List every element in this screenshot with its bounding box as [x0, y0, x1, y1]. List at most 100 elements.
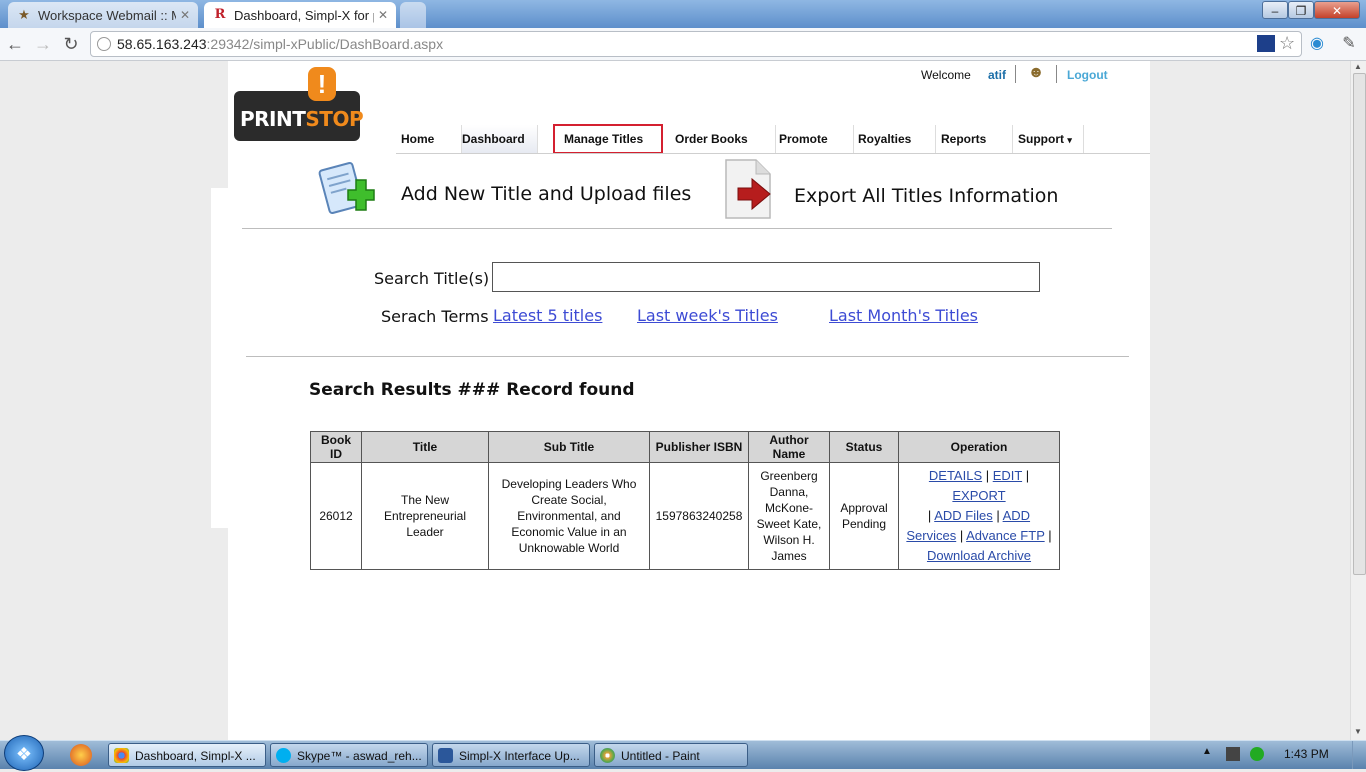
chrome-icon [114, 748, 129, 763]
webmail-icon: ★ [18, 7, 30, 22]
cell-status: Approval Pending [829, 462, 899, 570]
wrench-icon[interactable]: ✎ [1338, 33, 1360, 55]
cell-book-id: 26012 [310, 462, 362, 570]
logo-mark: ! [308, 67, 336, 101]
last-week-titles-link[interactable]: Last week's Titles [637, 306, 778, 325]
menu-support-label: Support [1018, 132, 1064, 146]
clock[interactable]: 1:43 PM [1284, 747, 1329, 761]
main-menu: Home Dashboard Manage Titles Order Books… [396, 124, 1084, 154]
menu-divider [396, 153, 1150, 154]
cell-title: The New Entrepreneurial Leader [361, 462, 489, 570]
download-archive-link[interactable]: Download Archive [927, 548, 1031, 563]
menu-home[interactable]: Home [396, 125, 462, 153]
scroll-down-icon[interactable]: ▼ [1354, 727, 1362, 736]
menu-order-books[interactable]: Order Books [670, 125, 776, 153]
page-viewport: ! PRINTSTOP Welcome atif ☻ Logout Home D… [0, 61, 1350, 740]
page-content: ! PRINTSTOP Welcome atif ☻ Logout Home D… [228, 61, 1150, 740]
details-link[interactable]: DETAILS [929, 468, 982, 483]
logo-text-print: PRINT [240, 107, 306, 131]
task-skype[interactable]: Skype™ - aswad_reh... [270, 743, 428, 767]
task-label: Untitled - Paint [621, 749, 700, 763]
forward-icon[interactable]: → [32, 33, 54, 55]
simplx-icon: R [214, 7, 226, 22]
cell-subtitle: Developing Leaders Who Create Social, En… [488, 462, 650, 570]
column-header: Title [361, 431, 489, 463]
tab-title: Workspace Webmail :: Mail [38, 7, 176, 23]
export-link[interactable]: EXPORT [952, 488, 1005, 503]
menu-support[interactable]: Support ▾ [1013, 125, 1084, 153]
advance-ftp-link[interactable]: Advance FTP [966, 528, 1045, 543]
search-input[interactable] [492, 262, 1040, 292]
minimize-button[interactable]: – [1262, 1, 1288, 19]
menu-dashboard[interactable]: Dashboard [462, 125, 538, 153]
column-header: Book ID [310, 431, 362, 463]
divider [246, 356, 1129, 357]
divider [242, 228, 1112, 229]
last-month-titles-link[interactable]: Last Month's Titles [829, 306, 978, 325]
bookmark-star-icon[interactable]: ☆ [1279, 33, 1295, 54]
tray-app-icon[interactable] [1250, 747, 1264, 761]
cell-isbn: 1597863240258 [649, 462, 749, 570]
tab-webmail[interactable]: ★ Workspace Webmail :: Mail ✕ [8, 2, 198, 28]
vertical-scrollbar[interactable]: ▲ ▼ [1350, 61, 1366, 740]
cell-author: Greenberg Danna, McKone-Sweet Kate, Wils… [748, 462, 830, 570]
close-icon[interactable]: ✕ [378, 8, 388, 22]
address-bar[interactable]: 58.65.163.243:29342/simpl-xPublic/DashBo… [90, 31, 1302, 57]
scroll-thumb[interactable] [1353, 73, 1366, 575]
close-icon[interactable]: ✕ [180, 8, 190, 22]
add-new-title-link[interactable]: Add New Title and Upload files [401, 183, 691, 205]
menu-reports[interactable]: Reports [936, 125, 1013, 153]
table-row: 26012 The New Entrepreneurial Leader Dev… [310, 462, 1060, 570]
task-chrome[interactable]: Dashboard, Simpl-X ... [108, 743, 266, 767]
start-button[interactable]: ❖ [4, 735, 44, 771]
tray-expand-icon[interactable]: ▲ [1202, 746, 1212, 757]
page-info-icon[interactable] [97, 37, 111, 51]
tab-title: Dashboard, Simpl-X for pub [234, 7, 374, 23]
divider [1056, 65, 1057, 83]
task-label: Simpl-X Interface Up... [459, 749, 580, 763]
export-document-icon[interactable] [724, 158, 774, 220]
show-desktop-button[interactable] [1352, 741, 1366, 769]
add-files-link[interactable]: ADD Files [934, 508, 993, 523]
skype-icon [276, 748, 291, 763]
menu-royalties[interactable]: Royalties [853, 125, 936, 153]
export-all-titles-link[interactable]: Export All Titles Information [794, 185, 1058, 207]
printstop-logo[interactable]: ! PRINTSTOP [234, 67, 364, 141]
logo-text-stop: STOP [305, 107, 364, 131]
latest-5-titles-link[interactable]: Latest 5 titles [493, 306, 602, 325]
add-document-icon[interactable] [316, 158, 376, 218]
search-terms-label: Serach Terms [381, 307, 489, 326]
back-icon[interactable]: ← [4, 33, 26, 55]
translate-flag-icon[interactable] [1257, 35, 1275, 52]
logout-link[interactable]: Logout [1067, 68, 1108, 82]
edit-link[interactable]: EDIT [993, 468, 1022, 483]
windows-taskbar: ❖ Dashboard, Simpl-X ... Skype™ - aswad_… [0, 735, 1366, 771]
task-label: Skype™ - aswad_reh... [297, 749, 422, 763]
cell-operations: DETAILS | EDIT | EXPORT | ADD Files | AD… [898, 462, 1060, 570]
column-header: Sub Title [488, 431, 650, 463]
paint-icon [600, 748, 615, 763]
reload-icon[interactable]: ↻ [60, 33, 82, 55]
scroll-up-icon[interactable]: ▲ [1354, 62, 1362, 71]
word-icon [438, 748, 453, 763]
menu-promote[interactable]: Promote [774, 125, 854, 153]
new-tab-button[interactable] [400, 2, 426, 28]
task-label: Dashboard, Simpl-X ... [135, 749, 256, 763]
column-header: Operation [898, 431, 1060, 463]
column-header: Status [829, 431, 899, 463]
task-paint[interactable]: Untitled - Paint [594, 743, 748, 767]
dropdown-icon: ▾ [1067, 135, 1072, 145]
url-text: 58.65.163.243:29342/simpl-xPublic/DashBo… [117, 36, 443, 52]
browser-toolbar: ← → ↻ 58.65.163.243:29342/simpl-xPublic/… [0, 28, 1366, 61]
window-close-button[interactable]: ✕ [1314, 1, 1360, 19]
firefox-icon[interactable] [70, 744, 92, 766]
task-word[interactable]: Simpl-X Interface Up... [432, 743, 590, 767]
maximize-button[interactable]: ❐ [1288, 1, 1314, 19]
tab-dashboard[interactable]: R Dashboard, Simpl-X for pub ✕ [204, 2, 396, 28]
user-profile-icon[interactable]: ☻ [1025, 64, 1047, 84]
skype-extension-icon[interactable]: ◉ [1306, 33, 1328, 55]
browser-titlebar: ★ Workspace Webmail :: Mail ✕ R Dashboar… [0, 0, 1366, 28]
column-header: Publisher ISBN [649, 431, 749, 463]
network-icon[interactable] [1226, 747, 1240, 761]
menu-manage-titles[interactable]: Manage Titles [553, 124, 663, 154]
